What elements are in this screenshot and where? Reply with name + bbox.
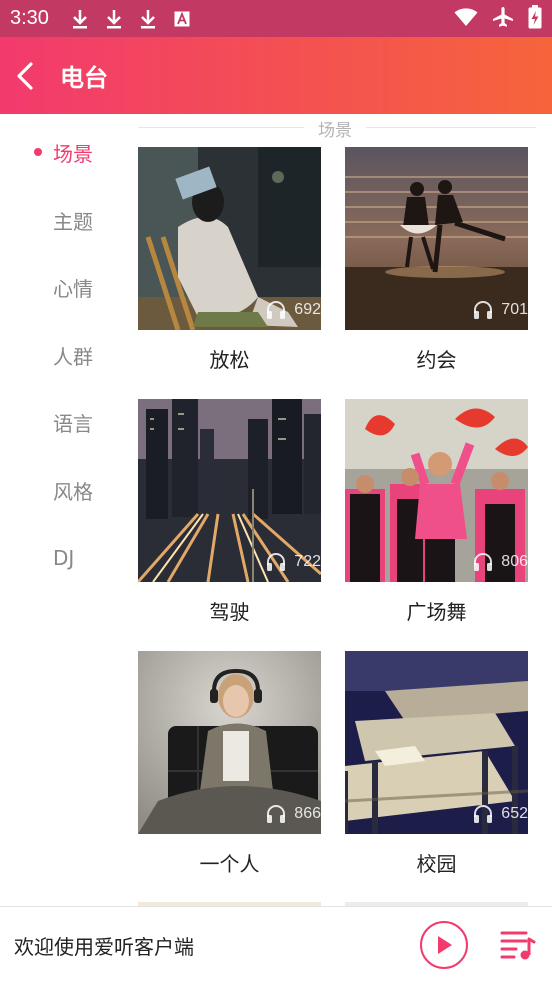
sidebar-item-dj[interactable]: DJ bbox=[0, 538, 130, 578]
back-arrow-icon bbox=[17, 61, 33, 90]
play-count: 722 bbox=[266, 552, 321, 572]
sidebar-item-label: 场景 bbox=[53, 141, 93, 166]
station-thumbnail: 652 bbox=[345, 651, 528, 834]
play-count-value: 652 bbox=[501, 805, 528, 822]
station-name: 驾驶 bbox=[209, 600, 250, 624]
station-thumbnail: 701 bbox=[345, 147, 528, 330]
section-divider bbox=[138, 127, 304, 128]
now-playing-text: 欢迎使用爱听客户端 bbox=[14, 934, 194, 959]
sidebar-item-mood[interactable]: 心情 bbox=[0, 267, 130, 307]
play-button[interactable] bbox=[420, 921, 468, 969]
app-bar: 电台 bbox=[0, 37, 552, 114]
station-name: 约会 bbox=[416, 348, 457, 372]
play-icon bbox=[438, 936, 452, 954]
page-title: 电台 bbox=[60, 64, 108, 92]
station-name: 广场舞 bbox=[406, 600, 467, 624]
play-count-value: 692 bbox=[294, 301, 321, 318]
station-card-driving[interactable]: 722 驾驶 bbox=[138, 399, 321, 625]
active-indicator-dot bbox=[34, 148, 42, 156]
play-count: 701 bbox=[473, 300, 528, 320]
play-count: 866 bbox=[266, 804, 321, 824]
section-title: 场景 bbox=[318, 121, 352, 141]
station-thumbnail: 692 bbox=[138, 147, 321, 330]
battery-charging-icon bbox=[528, 4, 542, 33]
station-thumbnail: 722 bbox=[138, 399, 321, 582]
playlist-music-icon bbox=[500, 931, 536, 960]
play-count: 806 bbox=[473, 552, 528, 572]
airplane-icon bbox=[492, 6, 514, 32]
sidebar-item-scene[interactable]: 场景 bbox=[0, 132, 130, 172]
station-card-alone[interactable]: 866 一个人 bbox=[138, 651, 321, 877]
download-icon bbox=[103, 8, 125, 30]
headphones-icon bbox=[267, 301, 286, 319]
download-icon bbox=[69, 8, 91, 30]
station-card-relax[interactable]: 692 放松 bbox=[138, 147, 321, 373]
sidebar-item-label: 风格 bbox=[53, 479, 93, 504]
play-count: 652 bbox=[473, 804, 528, 824]
sidebar-item-style[interactable]: 风格 bbox=[0, 470, 130, 510]
section-divider bbox=[366, 127, 536, 128]
sidebar-item-label: DJ bbox=[53, 546, 75, 570]
playlist-button[interactable] bbox=[498, 925, 538, 965]
back-button[interactable] bbox=[0, 37, 56, 114]
play-count: 692 bbox=[266, 300, 321, 320]
headphones-icon bbox=[267, 553, 286, 571]
mini-player[interactable]: 欢迎使用爱听客户端 bbox=[0, 906, 552, 983]
play-count-value: 722 bbox=[294, 553, 321, 570]
sidebar-item-label: 语言 bbox=[53, 411, 93, 436]
station-name: 校园 bbox=[416, 852, 457, 876]
sidebar-item-label: 主题 bbox=[53, 209, 93, 234]
play-count-value: 866 bbox=[294, 805, 321, 822]
station-card-square-dance[interactable]: 806 广场舞 bbox=[345, 399, 528, 625]
headphones-icon bbox=[474, 301, 493, 319]
station-name: 一个人 bbox=[199, 852, 260, 876]
sidebar-item-label: 心情 bbox=[53, 276, 93, 301]
station-name: 放松 bbox=[209, 348, 250, 372]
sidebar-item-label: 人群 bbox=[53, 344, 93, 369]
sidebar-item-language[interactable]: 语言 bbox=[0, 402, 130, 442]
sidebar-item-crowd[interactable]: 人群 bbox=[0, 335, 130, 375]
headphones-icon bbox=[474, 805, 493, 823]
station-card-campus[interactable]: 652 校园 bbox=[345, 651, 528, 877]
section-header: 场景 bbox=[138, 114, 536, 141]
status-bar: 3:30 bbox=[0, 0, 552, 37]
station-thumbnail: 806 bbox=[345, 399, 528, 582]
download-icon bbox=[137, 8, 159, 30]
wifi-icon bbox=[454, 7, 478, 31]
headphones-icon bbox=[267, 805, 286, 823]
status-time: 3:30 bbox=[10, 7, 49, 29]
play-count-value: 701 bbox=[501, 301, 528, 318]
a-badge-icon bbox=[171, 8, 193, 30]
station-card-dating[interactable]: 701 约会 bbox=[345, 147, 528, 373]
sidebar-item-theme[interactable]: 主题 bbox=[0, 200, 130, 240]
station-thumbnail: 866 bbox=[138, 651, 321, 834]
headphones-icon bbox=[474, 553, 493, 571]
play-count-value: 806 bbox=[501, 553, 528, 570]
